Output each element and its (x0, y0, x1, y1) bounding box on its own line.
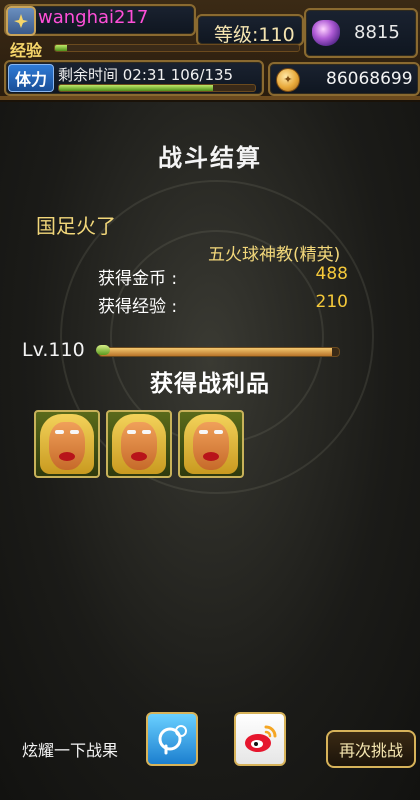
eye (199, 430, 208, 434)
face (49, 422, 85, 470)
eye (55, 430, 64, 434)
top-hud: wanghai217 等级:110 经验 8815 体力 剩余时间 02:31 … (0, 0, 420, 100)
share-label: 炫耀一下战果 (22, 741, 119, 760)
coin-icon: ✦ (276, 68, 300, 92)
eye (142, 430, 151, 434)
lips (59, 452, 75, 461)
eye (127, 430, 136, 434)
exp-label: 经验 (10, 41, 43, 60)
retry-button[interactable]: 再次挑战 (326, 730, 416, 768)
result-level-bar-cap (96, 345, 110, 355)
weibo-share-icon (245, 725, 277, 752)
loot-title: 获得战利品 (150, 371, 270, 397)
face (193, 422, 229, 470)
stamina-timer: 剩余时间 02:31 106/135 (58, 66, 234, 84)
stamina-label: 体力 (8, 64, 54, 92)
exp-reward-label: 获得经验 : (98, 297, 178, 317)
gem-panel[interactable]: 8815 (304, 8, 418, 58)
page-title: 战斗结算 (158, 144, 262, 172)
loot-item-1[interactable] (34, 410, 100, 478)
stamina-bar (58, 84, 256, 92)
player-name: 国足火了 (36, 214, 116, 238)
lips (131, 452, 147, 461)
exp-reward-value: 210 (315, 292, 348, 312)
loot-item-2[interactable] (106, 410, 172, 478)
result-level-label: Lv.110 (22, 339, 85, 361)
exp-bar-fill (55, 45, 68, 51)
eye (214, 430, 223, 434)
exp-bar (54, 44, 300, 52)
qq-share-button[interactable] (146, 712, 198, 766)
qq-share-icon (158, 725, 187, 755)
username: wanghai217 (38, 7, 149, 28)
gold-reward-label: 获得金币 : (98, 269, 178, 289)
gold-reward-value: 488 (315, 264, 348, 284)
eye (70, 430, 79, 434)
face (121, 422, 157, 470)
coin-panel[interactable]: ✦ 86068699 (268, 62, 420, 96)
stamina-bar-fill (59, 85, 213, 91)
result-level-bar (98, 347, 340, 357)
gem-value: 8815 (354, 22, 400, 43)
player-badge-icon[interactable] (6, 6, 36, 36)
loot-item-3[interactable] (178, 410, 244, 478)
coin-value: 86068699 (326, 69, 413, 89)
player-level: 等级:110 (214, 24, 295, 46)
result-level-bar-fill (99, 348, 332, 356)
gem-icon (312, 20, 340, 46)
lips (203, 452, 219, 461)
weibo-share-button[interactable] (234, 712, 286, 766)
enemy-name: 五火球神教(精英) (208, 245, 341, 265)
